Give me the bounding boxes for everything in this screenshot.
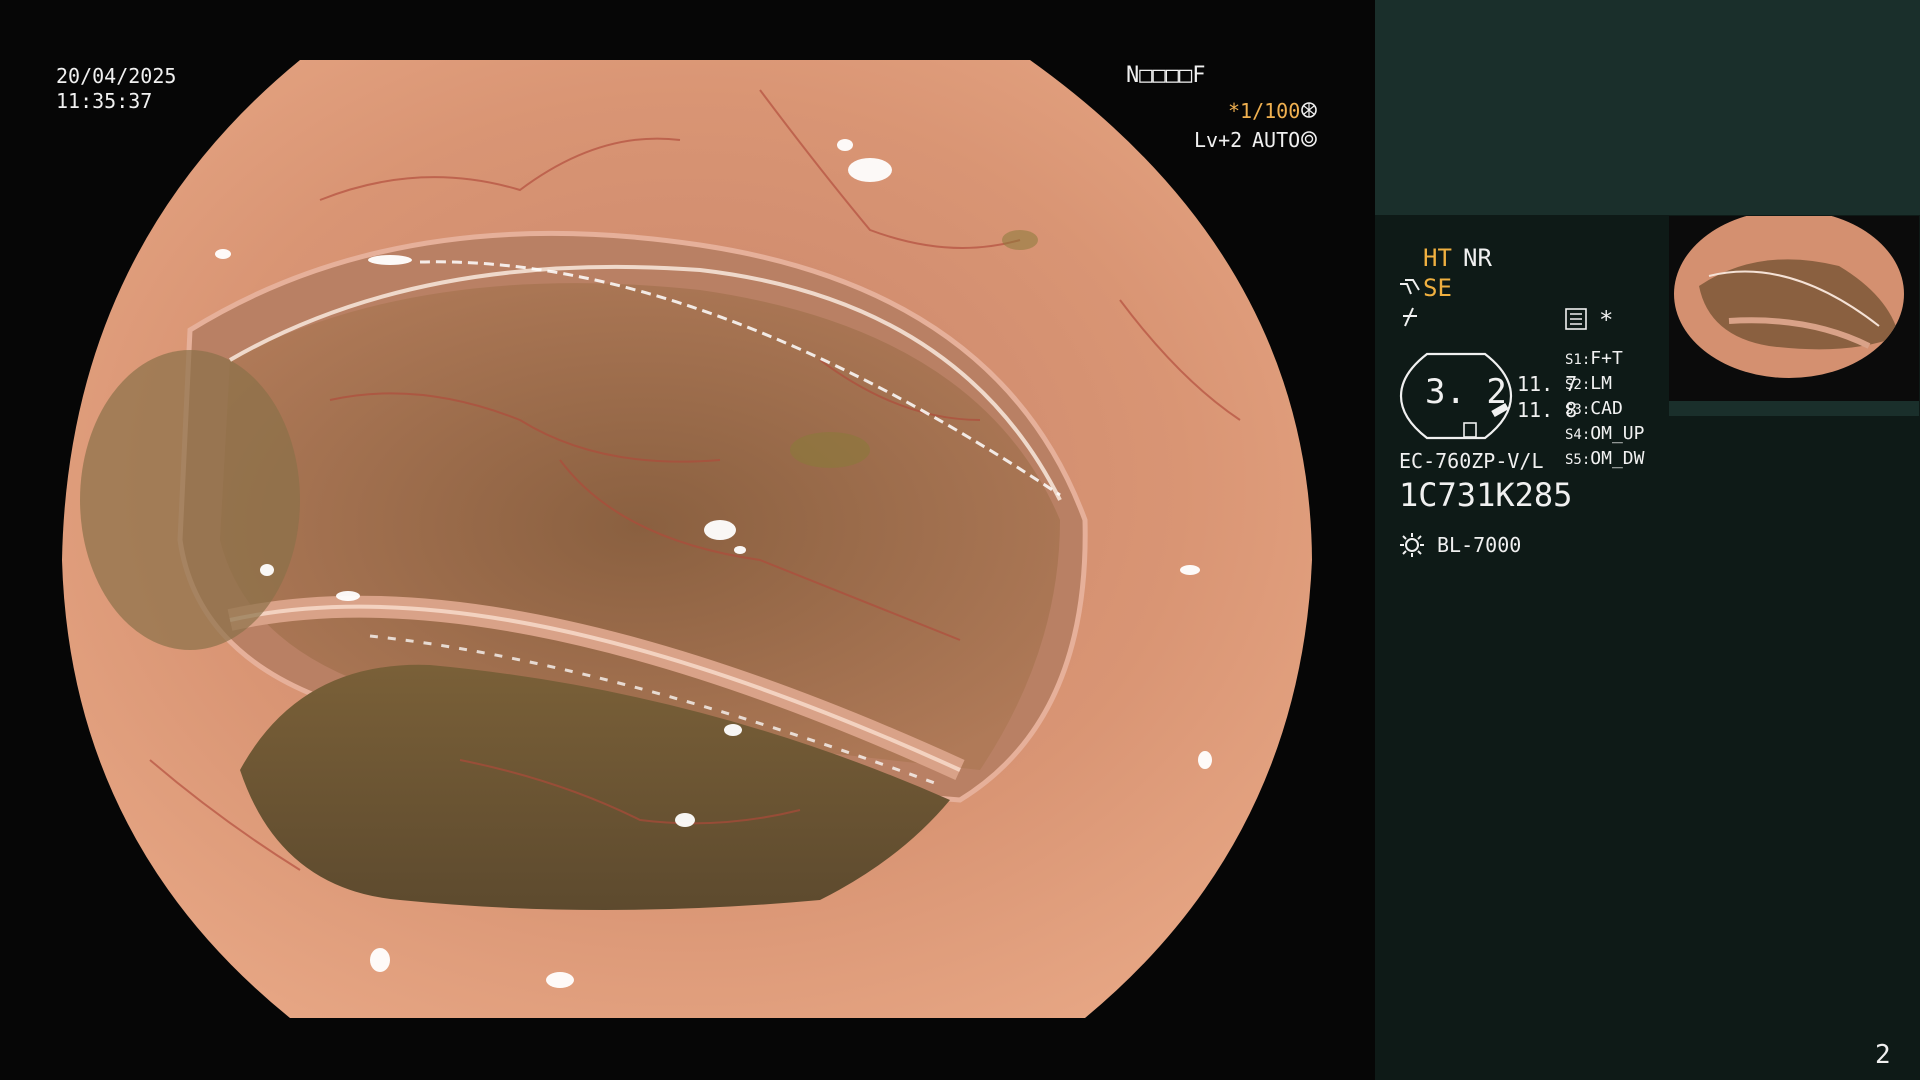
nr-label: NR bbox=[1463, 244, 1492, 272]
panel-header-area bbox=[1375, 0, 1920, 215]
scope-model: EC-760ZP-V/L bbox=[1399, 449, 1544, 473]
ht-label: HT bbox=[1423, 244, 1452, 272]
scope-dial-value: 3. 2 bbox=[1425, 372, 1507, 412]
colon-lumen-image bbox=[62, 60, 1312, 1018]
switch-item: S4:OM_UP bbox=[1565, 423, 1645, 444]
light-source-label: BL-7000 bbox=[1437, 533, 1522, 557]
endoscope-view: 20/04/2025 11:35:37 N□□□□F *1/100 Lv+2 A… bbox=[0, 0, 1375, 1080]
scope-serial: 1C731K285 bbox=[1399, 476, 1573, 514]
switch-item: S2:LM bbox=[1565, 373, 1612, 394]
aperture-icon bbox=[1301, 102, 1317, 118]
switch-item: S3:CAD bbox=[1565, 398, 1623, 419]
time-display: 11:35:37 bbox=[56, 89, 153, 113]
exposure-mode: AUTO bbox=[1252, 128, 1301, 152]
star-indicator: * bbox=[1599, 306, 1614, 334]
light-source-icon bbox=[1399, 532, 1425, 558]
thumbnail-image bbox=[1669, 216, 1919, 416]
switch-item: S1:F+T bbox=[1565, 348, 1623, 369]
target-icon bbox=[1301, 131, 1317, 147]
structure-enhance-icon bbox=[1399, 278, 1421, 298]
date-display: 20/04/2025 bbox=[56, 64, 177, 88]
scope-dial: 3. 2 bbox=[1399, 350, 1513, 442]
info-panel: HT NR SE * 3. 2 11. 7 11. 8 S1:F+T S2:LM… bbox=[1375, 0, 1920, 1080]
se-label: SE bbox=[1423, 274, 1452, 302]
mode-code: N□□□□F bbox=[1126, 63, 1206, 88]
level-display: Lv+2 bbox=[1194, 128, 1243, 152]
color-tone-icon bbox=[1401, 306, 1421, 328]
shutter-speed: *1/100 bbox=[1228, 99, 1301, 123]
page-number: 2 bbox=[1875, 1040, 1891, 1070]
settings-list-icon bbox=[1565, 308, 1587, 330]
switch-item: S5:OM_DW bbox=[1565, 448, 1645, 469]
